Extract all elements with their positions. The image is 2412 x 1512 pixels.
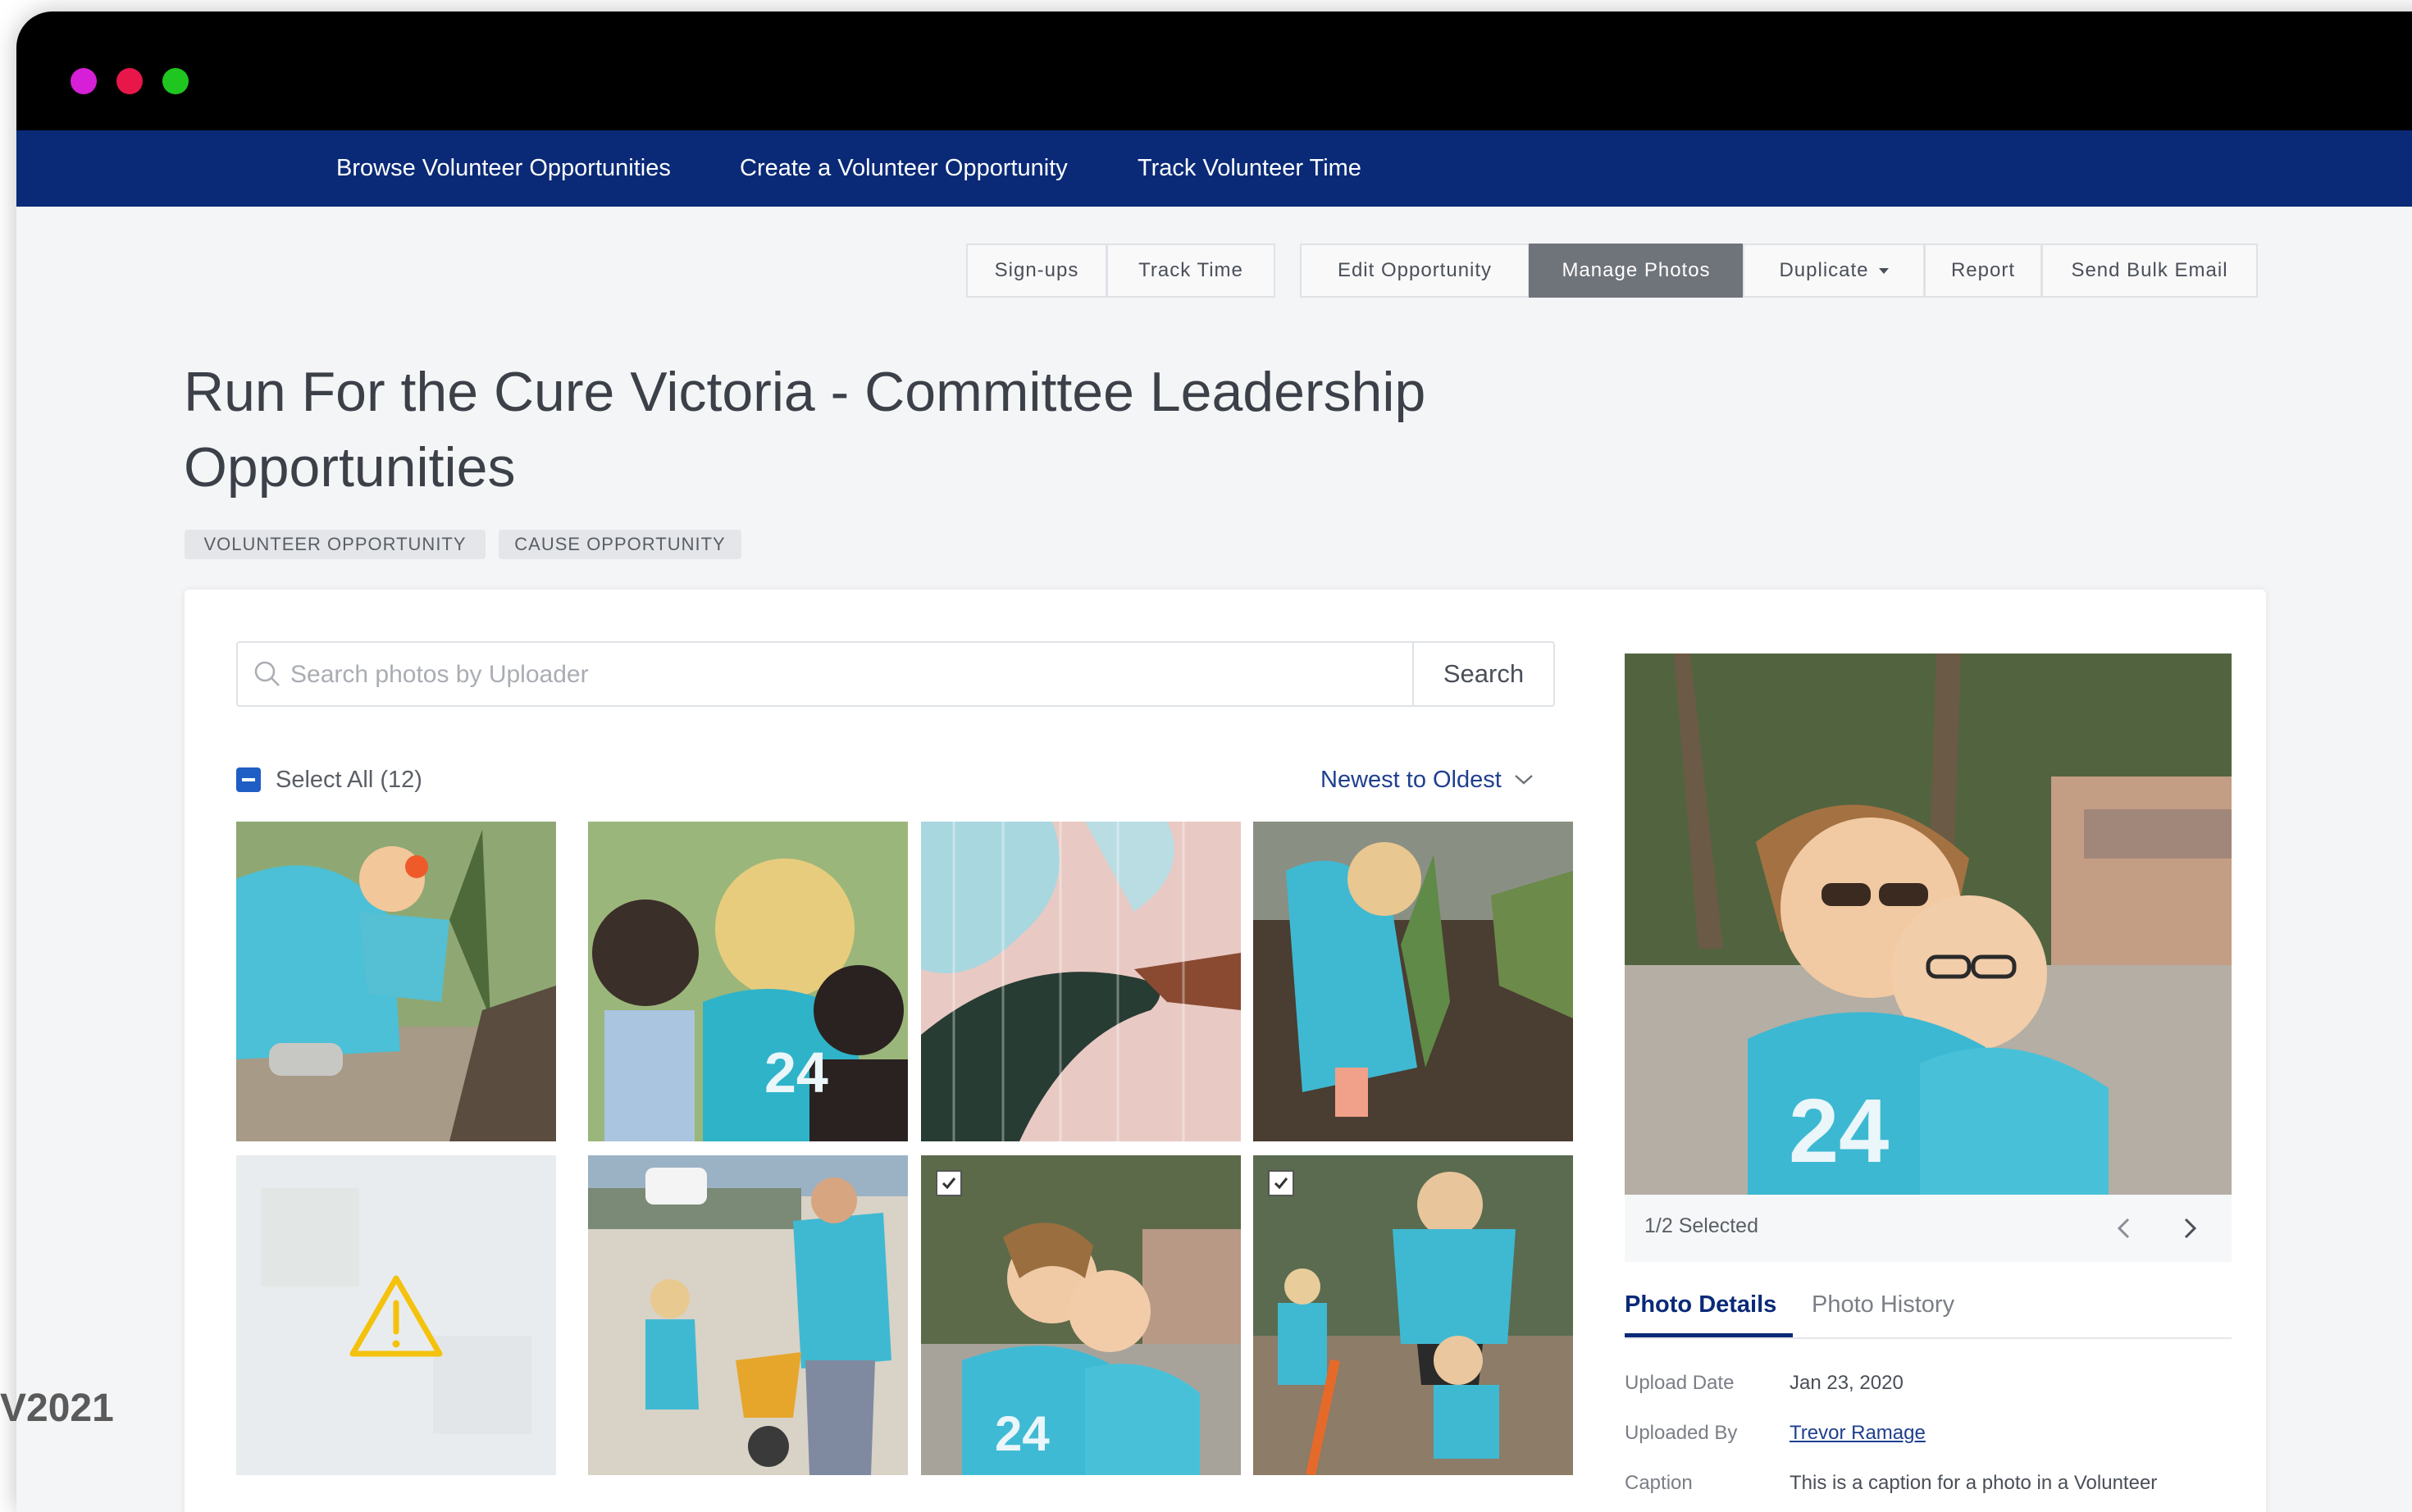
- nav-create-opportunity[interactable]: Create a Volunteer Opportunity: [740, 155, 1068, 182]
- window-minimize-dot[interactable]: [116, 68, 143, 94]
- selected-count: 1/2 Selected: [1644, 1214, 1758, 1237]
- tab-photo-history[interactable]: Photo History: [1812, 1291, 1954, 1318]
- photo-painting-wall: [921, 822, 1241, 1141]
- nav-browse-opportunities[interactable]: Browse Volunteer Opportunities: [336, 155, 671, 182]
- tab-photo-details[interactable]: Photo Details: [1625, 1291, 1776, 1318]
- upload-date-label: Upload Date: [1625, 1372, 1735, 1394]
- page-title-line2: Opportunities: [184, 436, 516, 499]
- sort-label: Newest to Oldest: [1320, 766, 1502, 793]
- tag-label: CAUSE OPPORTUNITY: [514, 534, 726, 554]
- gallery-photo-broken[interactable]: [236, 1155, 556, 1475]
- gallery-photo[interactable]: 24: [588, 822, 908, 1141]
- svg-text:24: 24: [1789, 1081, 1889, 1182]
- search-icon: [254, 661, 280, 686]
- duplicate-label: Duplicate: [1779, 259, 1869, 281]
- photo-search-bar: Search: [236, 641, 1555, 707]
- signups-label: Sign-ups: [994, 259, 1079, 281]
- top-navigation: Browse Volunteer Opportunities Create a …: [16, 130, 2412, 207]
- caption-value: This is a caption for a photo in a Volun…: [1790, 1472, 2158, 1494]
- tag-volunteer-opportunity: VOLUNTEER OPPORTUNITY: [185, 530, 486, 559]
- svg-text:24: 24: [764, 1041, 828, 1104]
- photo-volunteers-group: 24: [588, 822, 908, 1141]
- window-close-dot[interactable]: [71, 68, 97, 94]
- search-input[interactable]: [289, 643, 1358, 707]
- gallery-photo[interactable]: [1253, 822, 1573, 1141]
- select-all-label: Select All (12): [276, 766, 422, 793]
- send-bulk-email-button[interactable]: Send Bulk Email: [2041, 244, 2258, 298]
- browser-window: Browse Volunteer Opportunities Create a …: [16, 11, 2412, 1512]
- search-button-label: Search: [1443, 659, 1525, 688]
- gallery-photo[interactable]: [921, 822, 1241, 1141]
- sort-dropdown[interactable]: Newest to Oldest: [1320, 763, 1534, 796]
- gallery-photo-selected[interactable]: [1253, 1155, 1573, 1475]
- track-time-label: Track Time: [1138, 259, 1243, 281]
- upload-date-value: Jan 23, 2020: [1790, 1372, 1904, 1394]
- report-label: Report: [1950, 259, 2016, 281]
- gallery-photo[interactable]: [236, 822, 556, 1141]
- checked-checkbox-icon[interactable]: [1268, 1170, 1294, 1196]
- watermark-text: V2021: [0, 1387, 114, 1430]
- window-maximize-dot[interactable]: [162, 68, 189, 94]
- select-all-control[interactable]: Select All (12): [236, 763, 422, 796]
- chevron-left-icon[interactable]: [2109, 1213, 2140, 1244]
- manage-photos-button[interactable]: Manage Photos: [1529, 244, 1744, 298]
- uploaded-by-label: Uploaded By: [1625, 1422, 1738, 1444]
- photo-preview: 24: [1625, 654, 2232, 1195]
- track-time-button[interactable]: Track Time: [1106, 244, 1275, 298]
- chevron-right-icon[interactable]: [2174, 1213, 2205, 1244]
- indeterminate-checkbox-icon[interactable]: [236, 767, 261, 792]
- gallery-photo-selected[interactable]: 24: [921, 1155, 1241, 1475]
- checked-checkbox-icon[interactable]: [936, 1170, 962, 1196]
- send-bulk-email-label: Send Bulk Email: [2071, 259, 2228, 281]
- photo-child-planting: [236, 822, 556, 1141]
- photo-two-women: 24: [921, 1155, 1241, 1475]
- edit-opportunity-button[interactable]: Edit Opportunity: [1300, 244, 1530, 298]
- caption-label: Caption: [1625, 1472, 1693, 1494]
- report-button[interactable]: Report: [1924, 244, 2042, 298]
- tag-cause-opportunity: CAUSE OPPORTUNITY: [499, 530, 741, 559]
- chevron-down-icon: [1514, 775, 1533, 785]
- page-title: Run For the Cure Victoria - Committee Le…: [184, 354, 1660, 505]
- photo-mother-child: [1253, 1155, 1573, 1475]
- uploaded-by-link[interactable]: Trevor Ramage: [1790, 1422, 1926, 1445]
- tag-label: VOLUNTEER OPPORTUNITY: [203, 534, 467, 554]
- gallery-photo[interactable]: [588, 1155, 908, 1475]
- nav-track-volunteer-time[interactable]: Track Volunteer Time: [1138, 155, 1361, 182]
- photo-placeholder: [236, 1155, 556, 1475]
- preview-nav-bar: 1/2 Selected: [1625, 1195, 2232, 1262]
- svg-text:24: 24: [995, 1406, 1050, 1461]
- tab-divider: [1625, 1337, 2232, 1339]
- manage-photos-label: Manage Photos: [1562, 259, 1711, 281]
- title-bar: [16, 11, 2412, 130]
- photo-child-garden: [1253, 822, 1573, 1141]
- page-title-line1: Run For the Cure Victoria - Committee Le…: [184, 361, 1426, 423]
- caret-down-icon: [1878, 267, 1889, 274]
- photo-wheelbarrow: [588, 1155, 908, 1475]
- duplicate-dropdown[interactable]: Duplicate: [1743, 244, 1925, 298]
- preview-image-two-women: 24: [1625, 654, 2232, 1195]
- signups-button[interactable]: Sign-ups: [966, 244, 1107, 298]
- edit-opportunity-label: Edit Opportunity: [1337, 259, 1493, 281]
- search-button[interactable]: Search: [1412, 643, 1553, 705]
